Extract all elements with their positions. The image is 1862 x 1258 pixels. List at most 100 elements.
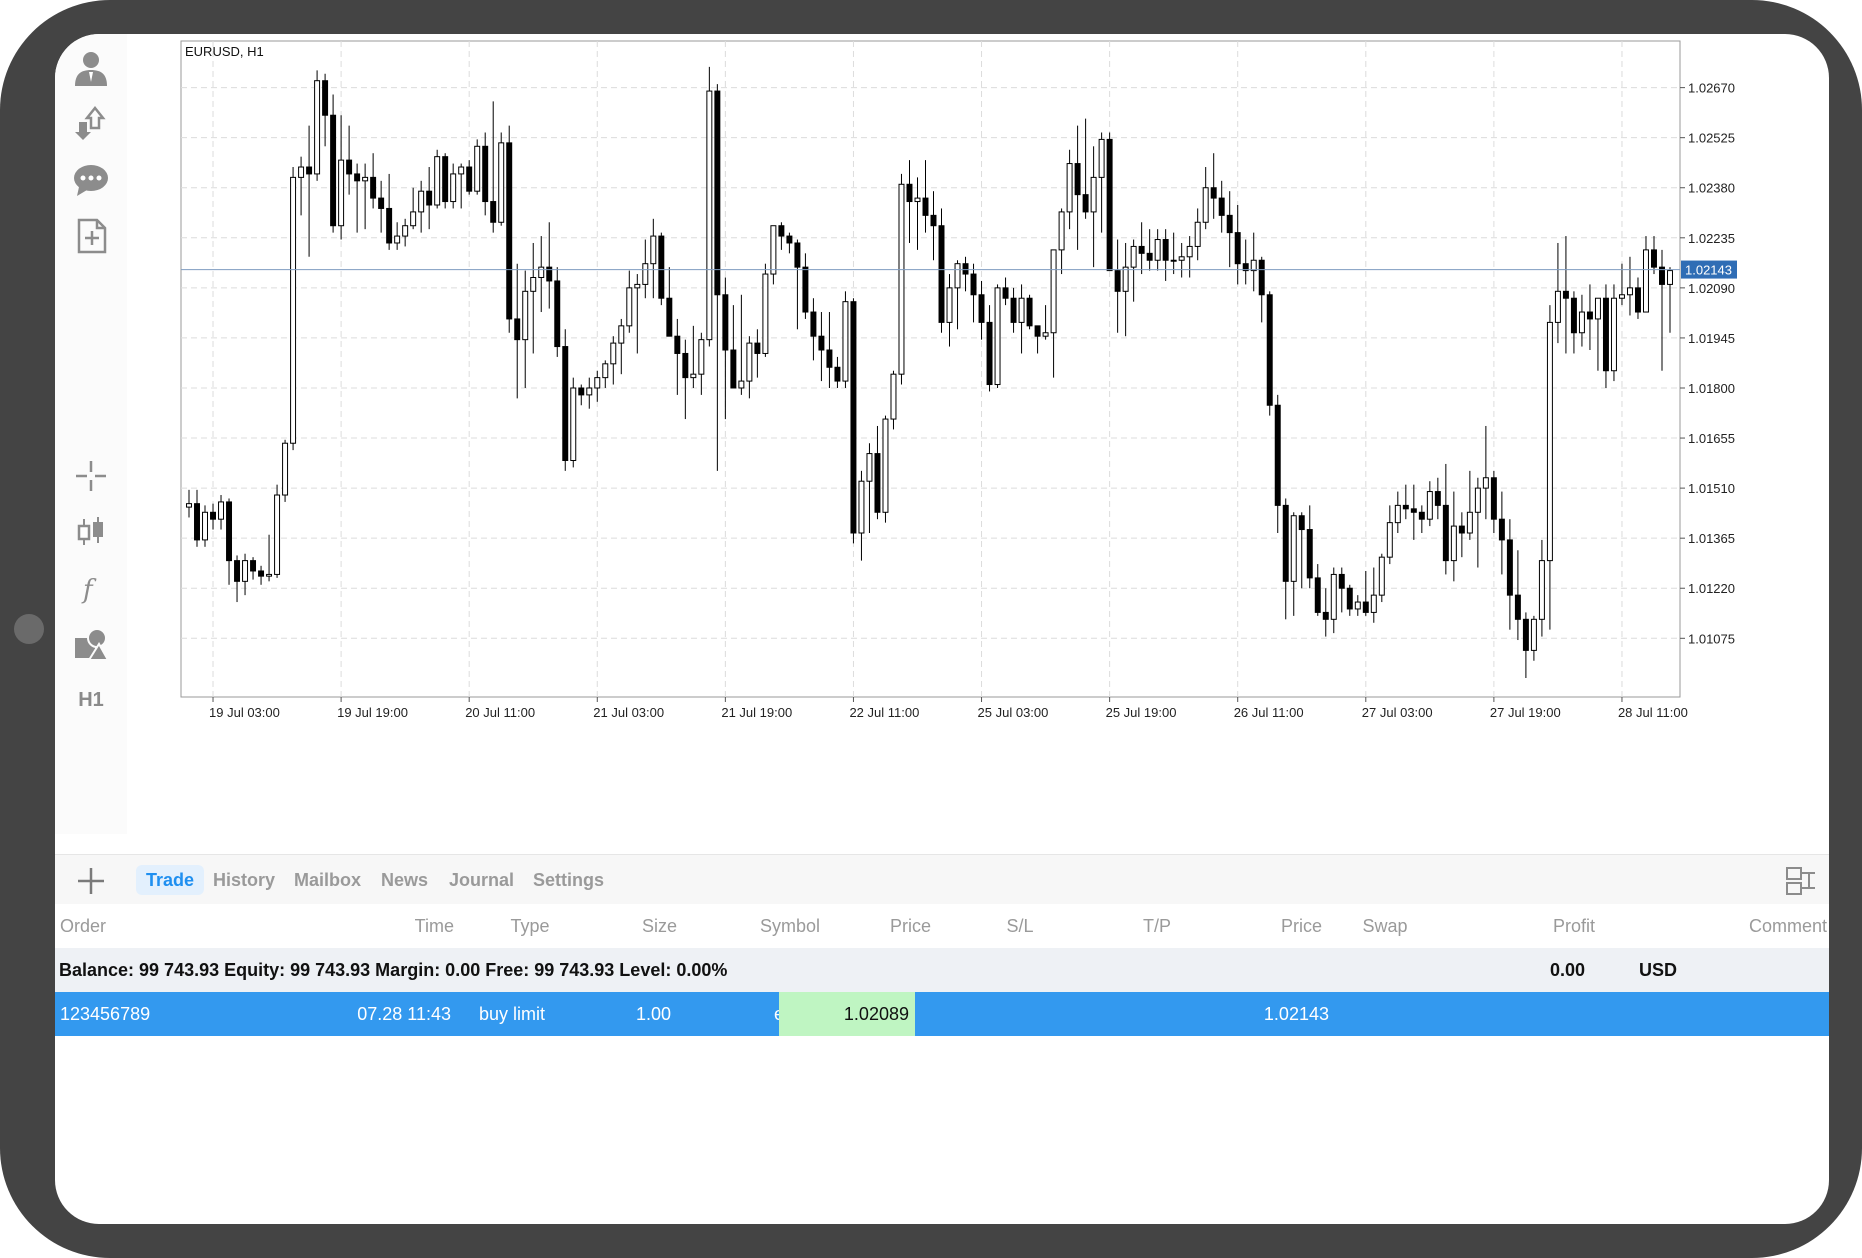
tab-mailbox[interactable]: Mailbox xyxy=(284,865,371,895)
candle-body xyxy=(1418,511,1425,520)
candle-body xyxy=(322,80,329,116)
candle-body xyxy=(1602,297,1609,372)
y-tick-label: 1.01220 xyxy=(1688,581,1735,596)
candle-body xyxy=(242,560,249,582)
candle-body xyxy=(1066,163,1073,213)
candle-body xyxy=(1234,232,1241,265)
col-symbol[interactable]: Symbol xyxy=(700,904,820,948)
tab-settings[interactable]: Settings xyxy=(523,865,614,895)
col-comment[interactable]: Comment xyxy=(1691,904,1827,948)
candlestick-chart[interactable]: 1.02670 1.02525 1.02380 1.02235 1.02090 1.019… xyxy=(127,34,1829,854)
candle-body xyxy=(578,387,585,396)
candle-body xyxy=(530,277,537,292)
account-icon[interactable] xyxy=(65,44,117,92)
candle-body xyxy=(634,283,641,289)
col-swap[interactable]: Swap xyxy=(1335,904,1435,948)
candle-body xyxy=(402,225,409,237)
candle-body xyxy=(1530,618,1537,651)
candle-body xyxy=(1186,245,1193,258)
candle-body xyxy=(1330,573,1337,620)
candle-body xyxy=(674,335,681,354)
candle-body xyxy=(1634,287,1641,313)
home-button[interactable] xyxy=(14,614,44,644)
candle-body xyxy=(818,335,825,351)
candle-body xyxy=(722,294,729,351)
candle-body xyxy=(1210,187,1217,199)
candle-body xyxy=(338,159,345,227)
candle-body xyxy=(1474,487,1481,513)
new-document-icon[interactable] xyxy=(65,212,117,260)
candle-body xyxy=(802,266,809,313)
col-order[interactable]: Order xyxy=(60,904,106,948)
candle-body xyxy=(538,266,545,279)
order-current-price: 1.02143 xyxy=(1263,1004,1329,1024)
x-tick-label: 19 Jul 19:00 xyxy=(337,705,408,720)
order-price: 1.02089 xyxy=(843,1004,909,1024)
x-tick-label: 22 Jul 11:00 xyxy=(849,705,919,720)
candle-body xyxy=(986,321,993,386)
candle-body xyxy=(554,280,561,348)
order-time: 07.28 11:43 xyxy=(357,1004,451,1024)
col-sl[interactable]: S/L xyxy=(970,904,1070,948)
x-tick-label: 19 Jul 03:00 xyxy=(209,705,280,720)
candlestick-icon[interactable] xyxy=(65,508,117,556)
order-price-cell[interactable]: 1.02089 xyxy=(779,992,915,1036)
candle-body xyxy=(706,90,713,341)
col-type[interactable]: Type xyxy=(480,904,580,948)
add-icon[interactable] xyxy=(71,861,111,901)
candle-body xyxy=(306,166,313,175)
table-row[interactable]: 123456789 07.28 11:43 buy limit 1.00 eur… xyxy=(55,992,1829,1036)
candle-body xyxy=(1042,332,1049,337)
trade-transfer-icon[interactable] xyxy=(65,100,117,148)
candle-body xyxy=(946,287,953,323)
candle-body xyxy=(434,156,441,206)
candle-body xyxy=(250,560,257,572)
candle-body xyxy=(1466,511,1473,534)
candle-body xyxy=(474,145,481,192)
balance-row: Balance: 99 743.93 Equity: 99 743.93 Mar… xyxy=(55,948,1829,992)
y-tick-label: 1.01365 xyxy=(1688,531,1735,546)
tab-trade[interactable]: Trade xyxy=(136,865,205,895)
candle-body xyxy=(1082,194,1089,213)
timeframe-button[interactable]: H1 xyxy=(65,676,117,724)
col-size[interactable]: Size xyxy=(587,904,677,948)
candle-body xyxy=(1554,290,1561,323)
crosshair-icon[interactable] xyxy=(65,452,117,500)
tablet-frame: f H1 1.02670 1.02525 1.02380 1.02235 1.02090… xyxy=(0,0,1862,1258)
candle-body xyxy=(282,442,289,496)
candle-body xyxy=(490,201,497,223)
candle-body xyxy=(1194,221,1201,247)
col-time[interactable]: Time xyxy=(354,904,454,948)
candle-body xyxy=(1250,259,1257,272)
candle-body xyxy=(954,263,961,289)
candle-body xyxy=(1522,618,1529,651)
price-chart[interactable]: 1.02670 1.02525 1.02380 1.02235 1.02090 1.019… xyxy=(127,34,1829,854)
chat-icon[interactable] xyxy=(65,156,117,204)
candle-body xyxy=(1178,256,1185,261)
candle-body xyxy=(1562,290,1569,299)
candle-body xyxy=(1434,491,1441,506)
candle-body xyxy=(418,190,425,213)
col-tp[interactable]: T/P xyxy=(1107,904,1207,948)
candle-body xyxy=(1594,297,1601,320)
screen: f H1 1.02670 1.02525 1.02380 1.02235 1.02090… xyxy=(55,34,1829,1224)
candle-body xyxy=(1378,556,1385,596)
tab-history[interactable]: History xyxy=(203,865,285,895)
candle-body xyxy=(1146,252,1153,261)
candle-body xyxy=(234,560,241,582)
tab-news[interactable]: News xyxy=(371,865,438,895)
candle-body xyxy=(410,211,417,227)
col-current-price[interactable]: Price xyxy=(1222,904,1322,948)
layout-toggle-icon[interactable] xyxy=(1785,866,1817,896)
candle-body xyxy=(1162,239,1169,261)
indicator-icon[interactable]: f xyxy=(65,564,117,612)
candle-body xyxy=(626,287,633,327)
candle-body xyxy=(522,290,529,341)
col-price[interactable]: Price xyxy=(831,904,931,948)
col-profit[interactable]: Profit xyxy=(1495,904,1595,948)
tab-journal[interactable]: Journal xyxy=(439,865,524,895)
objects-icon[interactable] xyxy=(65,620,117,668)
candle-body xyxy=(1170,259,1177,262)
candle-body xyxy=(602,363,609,379)
candle-body xyxy=(218,501,225,520)
